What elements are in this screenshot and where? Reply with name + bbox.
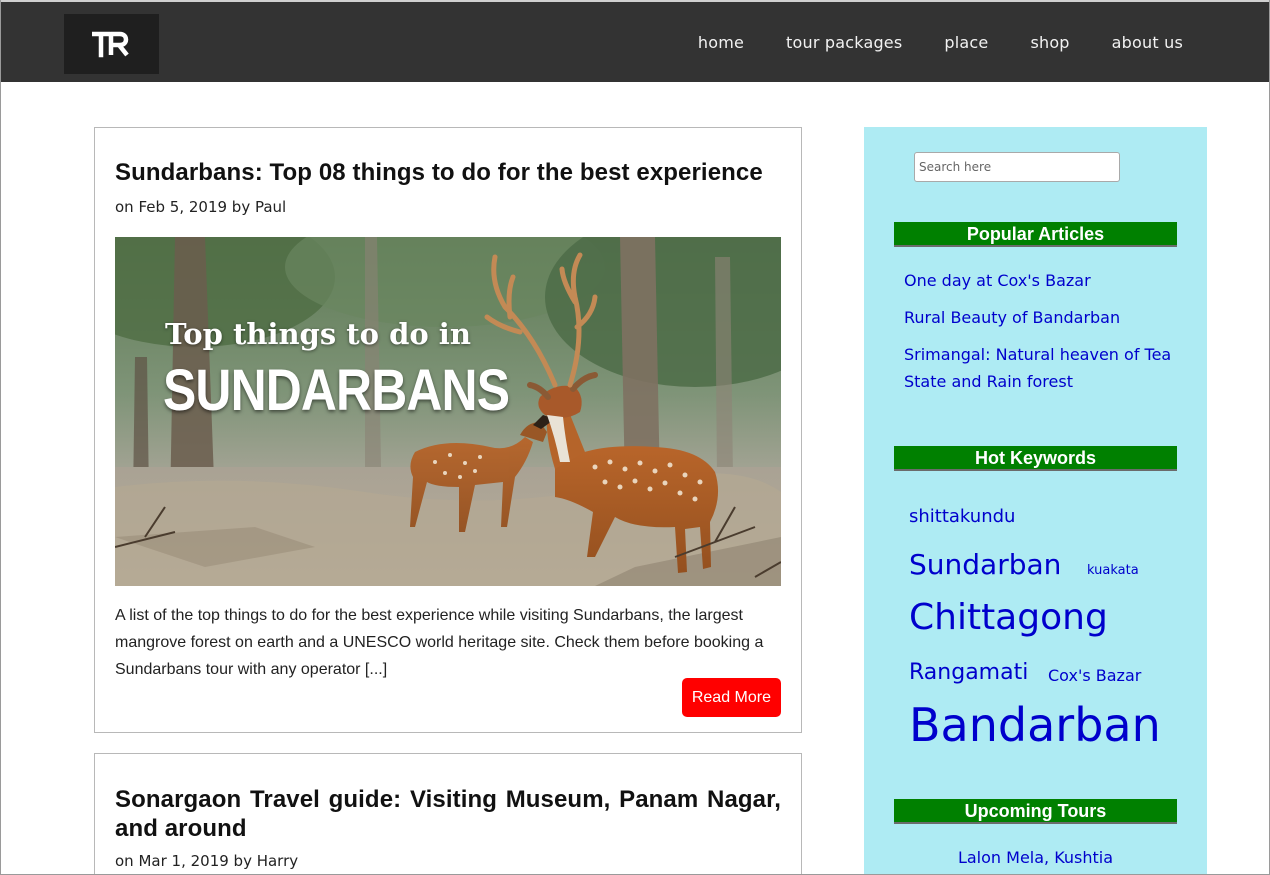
search-input[interactable] bbox=[914, 152, 1120, 182]
nav-home[interactable]: home bbox=[698, 33, 744, 52]
post-meta: on Feb 5, 2019 by Paul bbox=[115, 198, 287, 216]
post-meta: on Mar 1, 2019 by Harry bbox=[115, 852, 299, 870]
hot-keywords-title: Hot Keywords bbox=[894, 446, 1177, 471]
post-card: Sonargaon Travel guide: Visiting Museum,… bbox=[94, 753, 802, 874]
keyword-link[interactable]: Cox's Bazar bbox=[1048, 668, 1141, 684]
upcoming-tours-title: Upcoming Tours bbox=[894, 799, 1177, 824]
popular-articles-list: One day at Cox's Bazar Rural Beauty of B… bbox=[904, 267, 1184, 405]
post-title[interactable]: Sonargaon Travel guide: Visiting Museum,… bbox=[115, 785, 781, 843]
popular-article-link[interactable]: Srimangal: Natural heaven of Tea State a… bbox=[904, 341, 1184, 395]
page: home tour packages place shop about us S… bbox=[0, 0, 1270, 875]
main-nav: home tour packages place shop about us bbox=[656, 2, 1183, 82]
tr-logo-icon bbox=[91, 31, 129, 58]
post-excerpt: A list of the top things to do for the b… bbox=[115, 607, 764, 678]
nav-place[interactable]: place bbox=[944, 33, 988, 52]
site-header: home tour packages place shop about us bbox=[1, 0, 1269, 82]
nav-tour-packages[interactable]: tour packages bbox=[786, 33, 902, 52]
image-caption-line2: SUNDARBANS bbox=[163, 358, 510, 423]
keyword-link[interactable]: Chittagong bbox=[909, 600, 1108, 636]
popular-article-link[interactable]: One day at Cox's Bazar bbox=[904, 267, 1184, 294]
keyword-link[interactable]: Bandarban bbox=[909, 702, 1161, 748]
read-more-button[interactable]: Read More bbox=[681, 678, 781, 717]
post-thumbnail[interactable]: Top things to do in SUNDARBANS bbox=[115, 237, 781, 586]
popular-article-link[interactable]: Rural Beauty of Bandarban bbox=[904, 304, 1184, 331]
keyword-link[interactable]: Rangamati bbox=[909, 662, 1028, 684]
image-caption-line1: Top things to do in bbox=[165, 317, 471, 351]
site-logo[interactable] bbox=[64, 14, 159, 74]
nav-shop[interactable]: shop bbox=[1030, 33, 1069, 52]
keyword-link[interactable]: Sundarban bbox=[909, 551, 1061, 579]
popular-articles-title: Popular Articles bbox=[894, 222, 1177, 247]
keyword-link[interactable]: shittakundu bbox=[909, 508, 1015, 526]
keyword-link[interactable]: kuakata bbox=[1087, 564, 1139, 577]
nav-about-us[interactable]: about us bbox=[1112, 33, 1183, 52]
post-card: Sundarbans: Top 08 things to do for the … bbox=[94, 127, 802, 733]
upcoming-tour-link[interactable]: Lalon Mela, Kushtia bbox=[864, 848, 1207, 867]
post-title[interactable]: Sundarbans: Top 08 things to do for the … bbox=[115, 158, 781, 187]
sidebar: Popular Articles One day at Cox's Bazar … bbox=[864, 127, 1207, 874]
